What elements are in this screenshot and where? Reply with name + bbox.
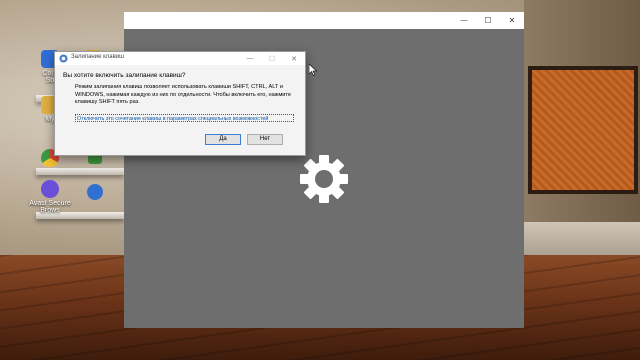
minimize-icon: — [460,17,468,24]
app-minimize-button[interactable]: — [452,12,476,29]
wallpaper-corkboard [528,66,638,194]
dialog-close-button[interactable]: ✕ [283,52,305,65]
app-shortcut-icon[interactable] [87,184,103,200]
app-window-titlebar[interactable]: — ☐ ✕ [124,12,524,29]
desktop-icon-label: Avast Secure Brows [29,200,71,214]
wallpaper-counter [524,222,640,256]
maximize-icon: ☐ [484,16,492,25]
dialog-body-text: Режим залипания клавиш позволяет использ… [75,84,292,106]
disable-shortcut-link[interactable]: Отключить это сочетание клавиш в парамет… [75,114,294,122]
dialog-question: Вы хотите включить залипание клавиш? [63,72,186,79]
gear-icon [300,155,348,203]
dialog-titlebar[interactable]: Залипание клавиш — ☐ ✕ [55,52,305,65]
app-close-button[interactable]: ✕ [500,12,524,29]
sticky-keys-dialog: Залипание клавиш — ☐ ✕ Вы хотите включит… [54,51,306,156]
mouse-cursor-icon [309,64,317,76]
close-icon: ✕ [508,16,516,25]
close-icon: ✕ [291,55,297,63]
desktop-icon-avast-browser[interactable]: Avast Secure Brows [20,180,80,214]
minimize-icon: — [246,55,254,62]
maximize-icon: ☐ [268,55,276,63]
ease-of-access-icon [59,54,68,63]
avast-browser-icon [41,180,59,198]
yes-button[interactable]: Да [205,134,241,145]
dialog-minimize-button[interactable]: — [239,52,261,65]
dialog-title: Залипание клавиш [71,54,124,60]
dialog-maximize-button[interactable]: ☐ [261,52,283,65]
wallpaper-shelf [36,168,124,175]
no-button[interactable]: Нет [247,134,283,145]
app-maximize-button[interactable]: ☐ [476,12,500,29]
